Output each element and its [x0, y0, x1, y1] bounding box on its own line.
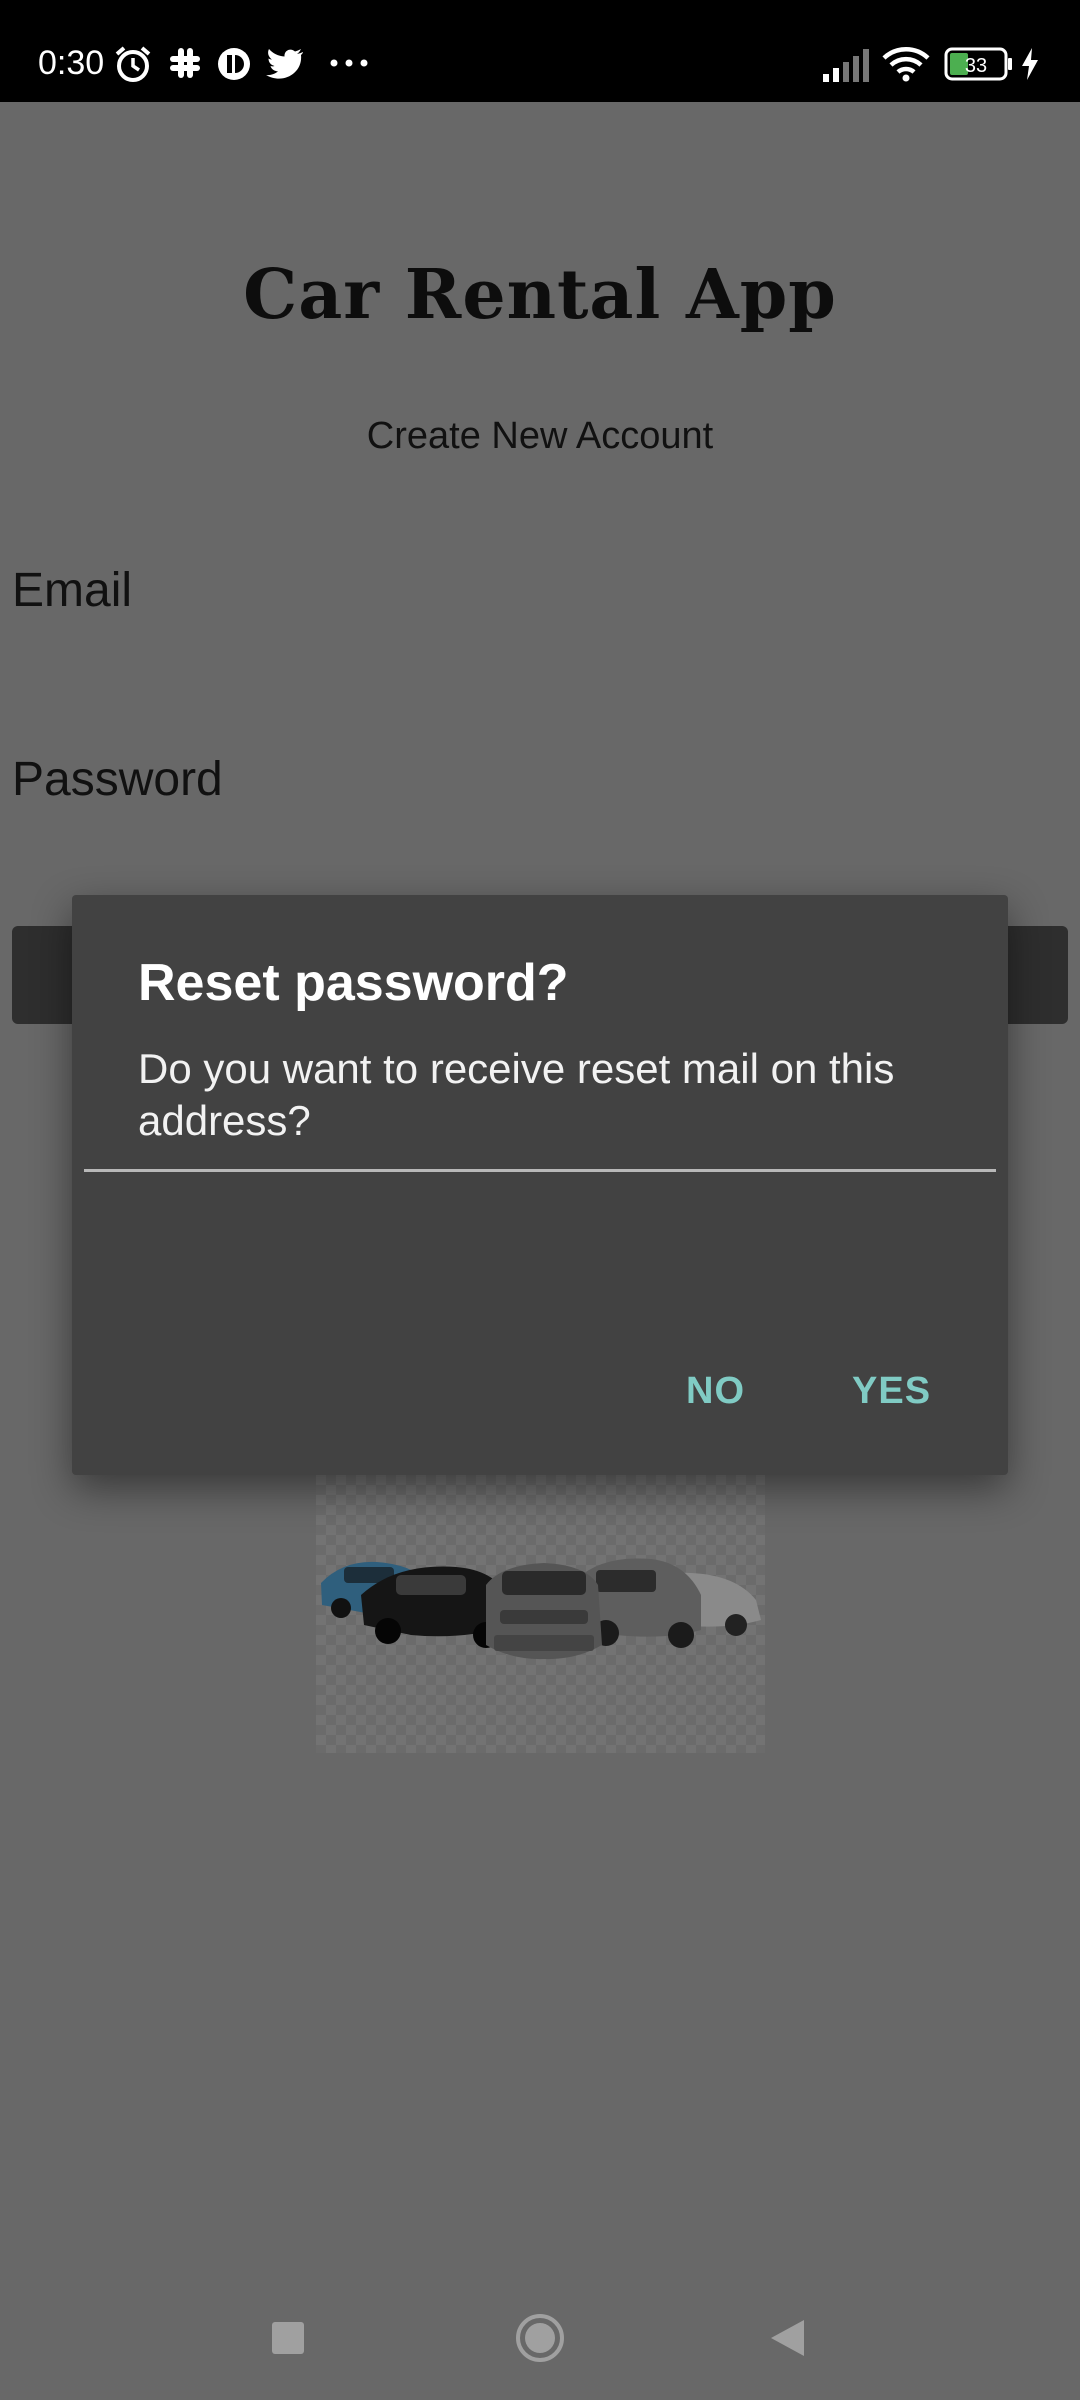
twitter-icon	[266, 49, 303, 79]
home-icon[interactable]	[514, 2312, 566, 2364]
signal-icon	[823, 49, 869, 82]
battery-level: 33	[965, 55, 987, 77]
email-field[interactable]: Email	[12, 563, 132, 618]
no-button[interactable]: NO	[672, 1360, 759, 1423]
slack-icon	[170, 48, 200, 78]
dialog-title: Reset password?	[138, 954, 569, 1012]
reset-email-input[interactable]	[84, 1165, 996, 1172]
yes-button[interactable]: YES	[838, 1360, 945, 1423]
app-title: Car Rental App	[243, 255, 837, 335]
status-time: 0:30	[38, 44, 105, 82]
back-icon[interactable]	[768, 2318, 806, 2358]
dialog-message: Do you want to receive reset mail on thi…	[138, 1045, 895, 1144]
navigation-bar	[0, 2270, 1080, 2400]
more-icon	[330, 59, 368, 67]
wifi-icon	[882, 47, 930, 82]
app-subtitle: Create New Account	[366, 415, 714, 457]
charging-icon	[1022, 48, 1038, 80]
password-field[interactable]: Password	[12, 752, 223, 807]
battery-icon: 33	[944, 47, 1012, 81]
reset-password-dialog: Reset password? Do you want to receive r…	[72, 895, 1008, 1475]
cars-image	[316, 1475, 765, 1753]
recents-icon[interactable]	[270, 2320, 306, 2356]
alarm-icon	[115, 46, 151, 82]
app-icon	[218, 48, 250, 80]
status-bar: 0:30 33	[0, 0, 1080, 102]
